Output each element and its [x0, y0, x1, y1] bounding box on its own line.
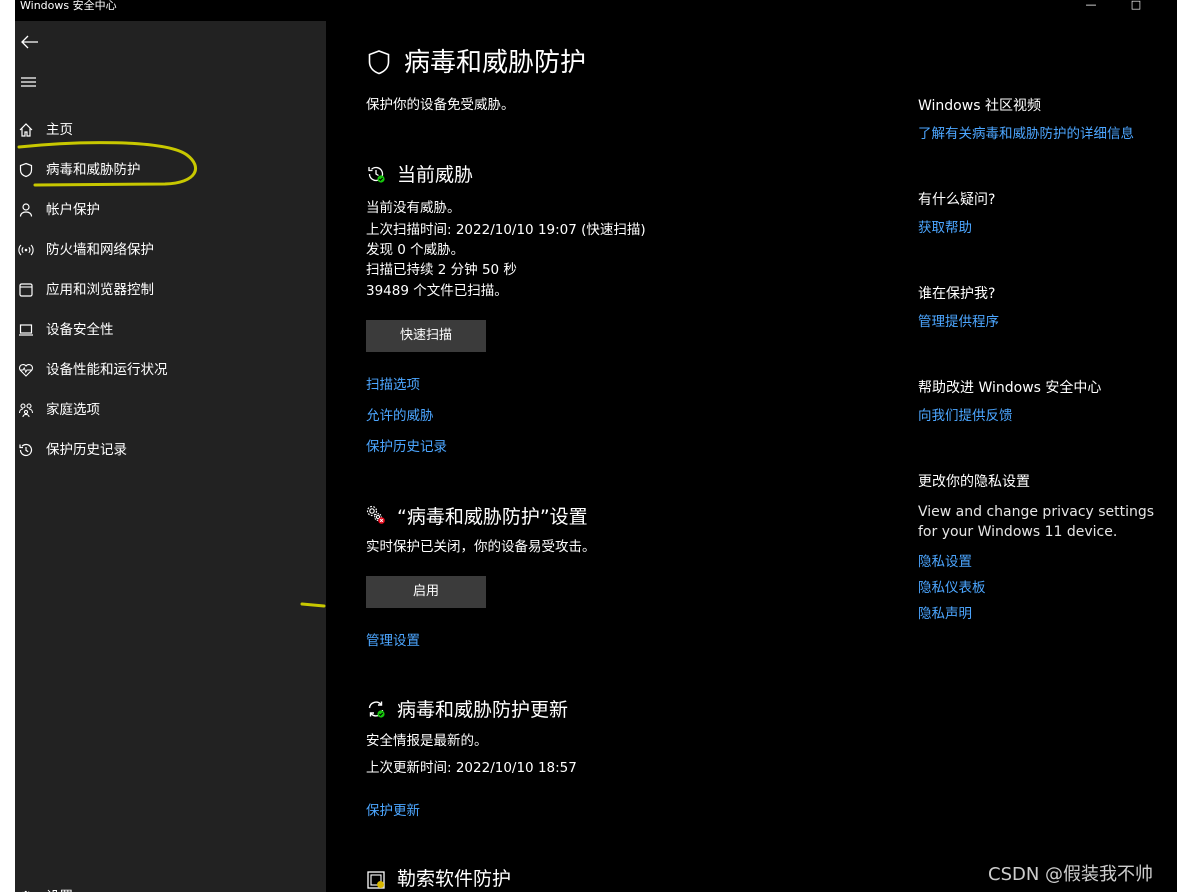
title-bar: Windows 安全中心 — □ [15, 0, 1177, 21]
privacy-settings-link[interactable]: 隐私设置 [918, 550, 972, 570]
window-title: Windows 安全中心 [20, 0, 117, 12]
threat-history-icon [368, 166, 385, 183]
sidebar-item-device-health[interactable]: 设备性能和运行状况 [15, 352, 326, 388]
sidebar-item-label: 设备安全性 [46, 322, 114, 338]
last-update-time: 上次更新时间: 2022/10/10 18:57 [366, 760, 577, 776]
updates-title: 病毒和威胁防护更新 [397, 699, 569, 721]
main-panel: 病毒和威胁防护 保护你的设备免受威胁。 当前威胁 当前没有威胁。 上次扫描时间:… [300, 21, 1177, 892]
privacy-description: View and change privacy settings for you… [918, 504, 1155, 540]
allowed-threats-link[interactable]: 允许的威胁 [366, 404, 434, 424]
laptop-icon [19, 324, 33, 336]
home-icon [19, 123, 33, 137]
maximize-button[interactable]: □ [1129, 0, 1143, 12]
sidebar-item-label: 应用和浏览器控制 [46, 282, 154, 298]
minimize-button[interactable]: — [1084, 0, 1098, 12]
files-scanned: 39489 个文件已扫描。 [366, 283, 508, 299]
app-window-icon [19, 283, 33, 297]
improve-title: 帮助改进 Windows 安全中心 [918, 380, 1102, 396]
sidebar-item-label: 家庭选项 [46, 402, 100, 418]
privacy-dashboard-link[interactable]: 隐私仪表板 [918, 576, 986, 596]
manage-settings-link[interactable]: 管理设置 [366, 629, 420, 649]
history-icon [19, 443, 33, 457]
page-subtitle: 保护你的设备免受威胁。 [366, 97, 515, 113]
protection-settings-title: “病毒和威胁防护”设置 [397, 506, 588, 528]
realtime-protection-status: 实时保护已关闭，你的设备易受攻击。 [366, 539, 596, 555]
quick-scan-button[interactable]: 快速扫描 [366, 320, 486, 352]
ransomware-folder-icon [367, 871, 385, 889]
sidebar-item-label: 保护历史记录 [46, 442, 127, 458]
questions-title: 有什么疑问? [918, 192, 996, 208]
privacy-statement-link[interactable]: 隐私声明 [918, 602, 972, 622]
hamburger-icon [21, 77, 36, 87]
protection-updates-link[interactable]: 保护更新 [366, 799, 420, 819]
shield-icon [19, 162, 33, 178]
sidebar-item-virus-protection[interactable]: 病毒和威胁防护 [15, 152, 326, 188]
sidebar-item-label: 设备性能和运行状况 [46, 362, 168, 378]
menu-button[interactable] [19, 73, 41, 91]
sidebar-item-history[interactable]: 保护历史记录 [15, 432, 326, 468]
current-threats-title: 当前威胁 [397, 164, 474, 186]
sidebar-item-label: 设置 [46, 888, 73, 892]
scan-duration: 扫描已持续 2 分钟 50 秒 [366, 262, 517, 278]
sidebar: 主页 病毒和威胁防护 帐户保护 防火墙和网络保护 应用和浏览器控制 设备安全性 … [15, 21, 326, 892]
last-scan-time: 上次扫描时间: 2022/10/10 19:07 (快速扫描) [366, 222, 646, 238]
scan-options-link[interactable]: 扫描选项 [366, 373, 420, 393]
back-arrow-icon [21, 35, 38, 49]
manage-providers-link[interactable]: 管理提供程序 [918, 310, 999, 330]
protection-history-link[interactable]: 保护历史记录 [366, 435, 447, 455]
heart-pulse-icon [19, 364, 33, 377]
threats-found: 发现 0 个威胁。 [366, 242, 465, 258]
sidebar-item-account[interactable]: 帐户保护 [15, 192, 326, 228]
who-protects-title: 谁在保护我? [918, 286, 996, 302]
watermark: CSDN @假装我不帅 [988, 864, 1154, 885]
wifi-antenna-icon [18, 244, 34, 256]
get-help-link[interactable]: 获取帮助 [918, 216, 972, 236]
settings-warning-icon [366, 505, 385, 524]
sidebar-item-family[interactable]: 家庭选项 [15, 392, 326, 428]
sidebar-item-device-security[interactable]: 设备安全性 [15, 312, 326, 348]
sidebar-item-settings[interactable]: 设置 [15, 879, 326, 892]
ransomware-title: 勒索软件防护 [397, 868, 512, 890]
threat-status: 当前没有威胁。 [366, 200, 461, 216]
page-title: 病毒和威胁防护 [404, 48, 587, 78]
person-icon [19, 203, 33, 217]
community-videos-title: Windows 社区视频 [918, 98, 1041, 114]
back-button[interactable] [19, 33, 41, 51]
privacy-title: 更改你的隐私设置 [918, 474, 1030, 490]
sidebar-item-label: 主页 [46, 122, 73, 138]
learn-more-link[interactable]: 了解有关病毒和威胁防护的详细信息 [918, 122, 1134, 142]
family-icon [18, 403, 34, 418]
feedback-link[interactable]: 向我们提供反馈 [918, 404, 1013, 424]
page-shield-icon [368, 50, 390, 75]
sidebar-item-label: 防火墙和网络保护 [46, 242, 154, 258]
enable-button[interactable]: 启用 [366, 576, 486, 608]
sidebar-item-app-browser[interactable]: 应用和浏览器控制 [15, 272, 326, 308]
sidebar-item-firewall[interactable]: 防火墙和网络保护 [15, 232, 326, 268]
sidebar-item-home[interactable]: 主页 [15, 112, 326, 148]
sidebar-item-label: 病毒和威胁防护 [46, 162, 141, 178]
update-sync-icon [368, 701, 385, 718]
intelligence-status: 安全情报是最新的。 [366, 733, 488, 749]
sidebar-item-label: 帐户保护 [46, 202, 100, 218]
